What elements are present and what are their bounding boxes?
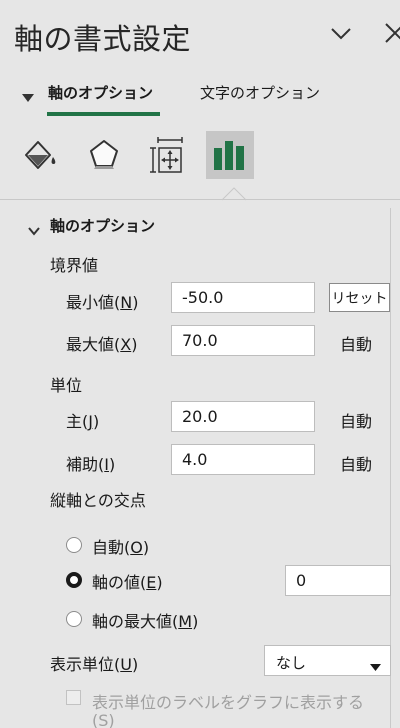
chevron-down-icon[interactable]: [328, 20, 354, 46]
major-auto-button[interactable]: 自動: [340, 408, 372, 432]
major-unit-input[interactable]: [171, 401, 315, 432]
radio-label-crosses-axis-value[interactable]: 軸の値(E): [92, 569, 163, 593]
chevron-down-icon[interactable]: [28, 221, 40, 236]
radio-label-crosses-auto[interactable]: 自動(O): [92, 534, 149, 558]
pane-title: 軸の書式設定: [14, 22, 192, 56]
display-units-select[interactable]: なし: [264, 645, 391, 676]
tab-axis-options[interactable]: 軸のオプション: [48, 82, 153, 103]
group-heading-units: 単位: [50, 376, 83, 395]
min-reset-button[interactable]: リセット: [329, 283, 390, 312]
show-display-units-label-checkbox[interactable]: [66, 690, 81, 705]
min-bound-label: 最小値(N): [66, 293, 139, 312]
radio-label-crosses-max-value[interactable]: 軸の最大値(M): [92, 608, 198, 632]
radio-crosses-max-value[interactable]: [66, 611, 82, 627]
max-bound-input[interactable]: [171, 325, 315, 356]
section-heading-axis-options[interactable]: 軸のオプション: [50, 215, 155, 236]
display-units-label: 表示単位(U): [50, 655, 139, 674]
show-display-units-label-key: (S): [92, 711, 115, 728]
tab-dropdown-caret-icon[interactable]: [22, 88, 34, 102]
minor-unit-label: 補助(I): [66, 455, 116, 474]
display-units-selected-value: なし: [276, 654, 307, 672]
fill-line-icon[interactable]: [18, 131, 66, 179]
max-bound-label: 最大値(X): [66, 335, 138, 354]
effects-pentagon-icon[interactable]: [80, 131, 128, 179]
axis-options-bar-chart-icon[interactable]: [206, 131, 254, 179]
radio-crosses-axis-value[interactable]: [66, 572, 82, 588]
show-display-units-label-text: 表示単位のラベルをグラフに表示する: [92, 693, 365, 712]
min-bound-input[interactable]: [171, 282, 315, 313]
format-axis-pane: 軸の書式設定 軸のオプション 文字のオプション 軸のオプション 境界値 最小値(…: [0, 0, 400, 728]
size-properties-icon[interactable]: [144, 131, 192, 179]
radio-crosses-auto[interactable]: [66, 537, 82, 553]
max-auto-button[interactable]: 自動: [340, 331, 372, 355]
scrollbar[interactable]: [390, 208, 400, 728]
minor-auto-button[interactable]: 自動: [340, 451, 372, 475]
section-pointer-icon: [221, 186, 247, 201]
dropdown-caret-icon: [370, 657, 381, 671]
minor-unit-input[interactable]: [171, 444, 315, 475]
group-heading-crosses: 縦軸との交点: [50, 491, 146, 510]
tab-text-options[interactable]: 文字のオプション: [200, 82, 320, 103]
group-heading-bounds: 境界値: [50, 256, 99, 275]
major-unit-label: 主(J): [66, 412, 100, 431]
close-icon[interactable]: [382, 20, 400, 46]
crosses-axis-value-input[interactable]: [285, 565, 391, 596]
active-tab-indicator: [47, 112, 160, 116]
